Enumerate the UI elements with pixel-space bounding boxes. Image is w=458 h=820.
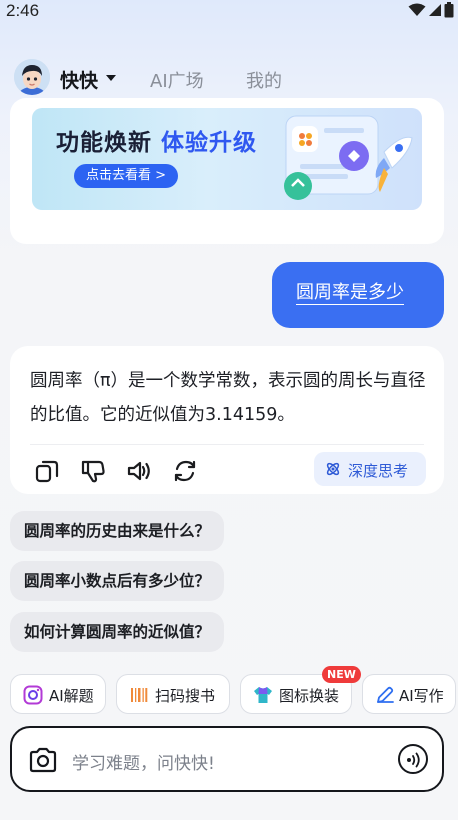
banner-view-button[interactable]: 点击去看看 > <box>74 164 179 188</box>
camera-square-icon <box>23 685 43 705</box>
atom-icon <box>326 462 340 476</box>
caret-down-icon[interactable] <box>106 75 116 82</box>
user-message-text[interactable]: 圆周率是多少 <box>296 282 404 305</box>
chat-input-placeholder[interactable]: 学习难题，问快快! <box>72 749 215 774</box>
copy-icon[interactable] <box>34 458 60 484</box>
barcode-icon <box>131 688 148 702</box>
battery-icon <box>444 2 454 18</box>
camera-icon[interactable] <box>28 747 58 773</box>
suggestion-chip[interactable]: 圆周率的历史由来是什么？ <box>10 511 225 551</box>
banner-illustration <box>284 115 413 200</box>
suggestion-chip[interactable]: 圆周率小数点后有多少位？ <box>10 561 225 601</box>
assistant-name[interactable]: 快快 <box>60 66 98 93</box>
banner-title: 功能焕新 体验升级 <box>56 123 257 157</box>
wifi-icon <box>408 3 426 16</box>
tool-ai-solve-button[interactable]: AI解题 <box>10 674 106 714</box>
suggestion-chip[interactable]: 如何计算圆周率的近似值？ <box>10 612 225 652</box>
sound-wave-icon <box>407 752 420 768</box>
chat-input-bar[interactable]: 学习难题，问快快! <box>10 726 444 792</box>
avatar-illustration <box>14 59 50 95</box>
banner-title-highlight: 体验升级 <box>161 130 258 156</box>
voice-input-button[interactable] <box>398 744 428 774</box>
new-badge: NEW <box>322 666 361 683</box>
tool-bar: AI解题 扫码搜书 图标换装 AI写作 <box>0 674 458 716</box>
tool-ai-writing-button[interactable]: AI写作 <box>362 674 456 714</box>
avatar[interactable] <box>14 59 50 95</box>
status-time: 2:46 <box>6 1 40 20</box>
pencil-icon <box>377 686 394 703</box>
answer-divider <box>30 444 424 445</box>
deep-think-button[interactable]: 深度思考 <box>314 452 426 486</box>
banner-title-main: 功能焕新 <box>56 130 152 156</box>
status-icons <box>408 2 454 18</box>
tool-label: AI写作 <box>399 687 444 705</box>
tab-ai-square[interactable]: AI广场 <box>150 67 204 93</box>
tool-label: 扫码搜书 <box>155 687 216 705</box>
top-nav: 快快 AI广场 我的 <box>0 56 458 102</box>
deep-think-label: 深度思考 <box>348 462 409 480</box>
speaker-icon[interactable] <box>126 458 152 484</box>
user-message-bubble: 圆周率是多少 <box>272 262 444 328</box>
tool-scan-book-button[interactable]: 扫码搜书 <box>116 674 230 714</box>
dislike-icon[interactable] <box>80 458 106 484</box>
assistant-answer-card: 圆周率（π）是一个数学常数，表示圆的周长与直径的比值。它的近似值为3.14159… <box>10 346 444 494</box>
tshirt-icon <box>254 687 272 703</box>
tool-label: 图标换装 <box>279 687 340 705</box>
tab-mine[interactable]: 我的 <box>246 67 282 93</box>
status-bar: 2:46 <box>0 0 458 24</box>
tool-label: AI解题 <box>49 687 94 705</box>
signal-icon <box>429 4 441 16</box>
assistant-answer-text: 圆周率（π）是一个数学常数，表示圆的周长与直径的比值。它的近似值为3.14159… <box>30 371 426 425</box>
promo-banner[interactable]: 功能焕新 体验升级 点击去看看 > <box>32 108 422 210</box>
refresh-icon[interactable] <box>172 458 198 484</box>
